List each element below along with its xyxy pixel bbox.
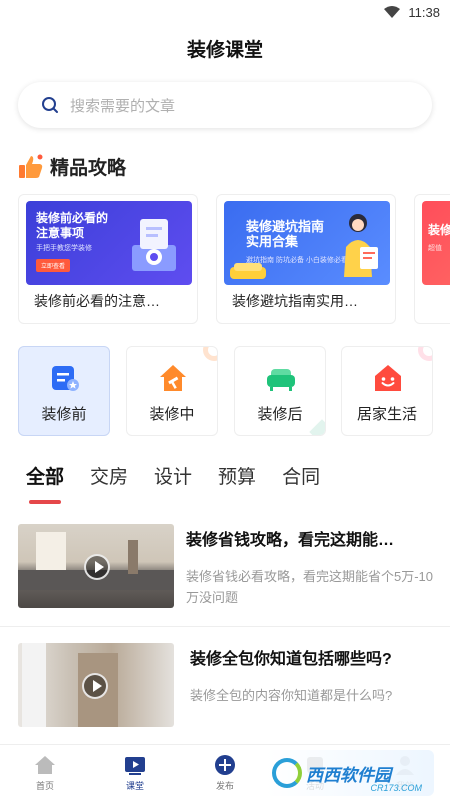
article-description: 装修全包的内容你知道都是什么吗? xyxy=(190,688,393,703)
category-label: 装修中 xyxy=(149,406,195,423)
corner-decoration xyxy=(418,347,432,361)
plus-circle-icon xyxy=(215,755,235,775)
play-board-icon xyxy=(125,757,145,775)
woman-illustration-icon xyxy=(344,214,378,277)
document-star-icon xyxy=(52,366,79,391)
watermark-logo: 西西软件园 CR173.COM xyxy=(266,750,434,796)
banner-title: 装修 xyxy=(428,223,450,237)
corner-decoration xyxy=(203,347,217,361)
status-time: 11:38 xyxy=(408,4,440,20)
nav-label: 首页 xyxy=(35,781,54,791)
article-title: 装修全包你知道包括哪些吗? xyxy=(190,651,392,668)
tab-design[interactable]: 设计 xyxy=(154,462,192,496)
banner-subtitle: 手把手教您学装修 xyxy=(36,245,92,252)
card-banner: 装修 超值 xyxy=(422,201,450,285)
play-icon xyxy=(84,554,110,580)
watermark-icon xyxy=(272,758,302,788)
smile-house-icon xyxy=(375,365,401,391)
tab-contract[interactable]: 合同 xyxy=(282,462,320,496)
status-bar: 11:38 xyxy=(0,0,450,24)
article-item-2[interactable]: 装修全包你知道包括哪些吗? 装修全包的内容你知道都是什么吗? xyxy=(0,643,450,743)
sofa-illustration-icon xyxy=(230,263,266,279)
banner-title: 装修前必看的 注意事项 xyxy=(36,211,109,240)
featured-heading: 精品攻略 xyxy=(50,157,127,179)
wifi-icon xyxy=(384,6,401,18)
search-input[interactable]: 搜索需要的文章 xyxy=(70,95,175,116)
watermark-text: 西西软件园 xyxy=(306,765,391,785)
card-title: 装修前必看的注意… xyxy=(34,293,160,309)
category-label: 装修后 xyxy=(257,406,303,423)
card-title: 装修避坑指南实用… xyxy=(232,293,358,309)
banner-subtitle: 超值 xyxy=(428,245,442,252)
divider xyxy=(0,626,450,627)
tab-all[interactable]: 全部 xyxy=(26,462,64,504)
banner-title: 装修避坑指南 实用合集 xyxy=(246,219,325,249)
watermark-subtext: CR173.COM xyxy=(370,783,422,793)
play-icon xyxy=(82,673,108,699)
featured-card-2[interactable]: 装修避坑指南 实用合集 避坑指南 防坑必备 小白装修必看 装修避坑指南实用… xyxy=(216,194,396,324)
article-thumbnail xyxy=(18,643,174,727)
home-icon xyxy=(35,756,55,774)
nav-label: 发布 xyxy=(215,781,234,791)
tab-budget[interactable]: 预算 xyxy=(218,462,256,496)
category-label: 装修前 xyxy=(41,406,87,423)
nav-publish[interactable]: 发布 xyxy=(180,745,270,800)
nav-home[interactable]: 首页 xyxy=(0,745,90,800)
category-before-renovation[interactable]: 装修前 xyxy=(18,346,110,436)
search-icon xyxy=(42,97,58,113)
tools-illustration-icon xyxy=(132,219,176,271)
article-title: 装修省钱攻略，看完这期能… xyxy=(186,532,395,549)
category-during-renovation[interactable]: 装修中 xyxy=(126,346,218,436)
article-thumbnail xyxy=(18,524,174,608)
article-item-1[interactable]: 装修省钱攻略，看完这期能… 装修省钱必看攻略，看完这期能省个5万-10万没问题 xyxy=(0,524,450,624)
category-home-life[interactable]: 居家生活 xyxy=(341,346,433,436)
banner-button: 立即查看 xyxy=(36,259,71,272)
card-banner: 装修前必看的 注意事项 手把手教您学装修 立即查看 xyxy=(26,201,192,285)
page-title: 装修课堂 xyxy=(186,39,263,61)
nav-classroom[interactable]: 课堂 xyxy=(90,745,180,800)
tab-handover[interactable]: 交房 xyxy=(90,462,128,496)
category-label: 居家生活 xyxy=(356,406,417,423)
featured-section-heading: 精品攻略 xyxy=(18,152,450,180)
featured-card-3[interactable]: 装修 超值 xyxy=(414,194,450,324)
category-after-renovation[interactable]: 装修后 xyxy=(234,346,326,436)
featured-card-1[interactable]: 装修前必看的 注意事项 手把手教您学装修 立即查看 装修前必看的注意… xyxy=(18,194,198,324)
article-description: 装修省钱必看攻略，看完这期能省个5万-10万没问题 xyxy=(186,569,434,605)
card-banner: 装修避坑指南 实用合集 避坑指南 防坑必备 小白装修必看 xyxy=(224,201,390,285)
thumbs-up-icon xyxy=(19,154,43,178)
nav-label: 课堂 xyxy=(125,781,144,791)
sofa-icon xyxy=(267,369,295,391)
featured-cards: 装修前必看的 注意事项 手把手教您学装修 立即查看 装修前必看的注意… 装修避坑… xyxy=(0,194,450,324)
category-grid: 装修前 装修中 装修后 居家生活 xyxy=(0,346,450,436)
category-tabs: 全部 交房 设计 预算 合同 xyxy=(26,462,450,504)
search-bar[interactable]: 搜索需要的文章 xyxy=(18,82,432,128)
house-hammer-icon xyxy=(160,365,186,391)
